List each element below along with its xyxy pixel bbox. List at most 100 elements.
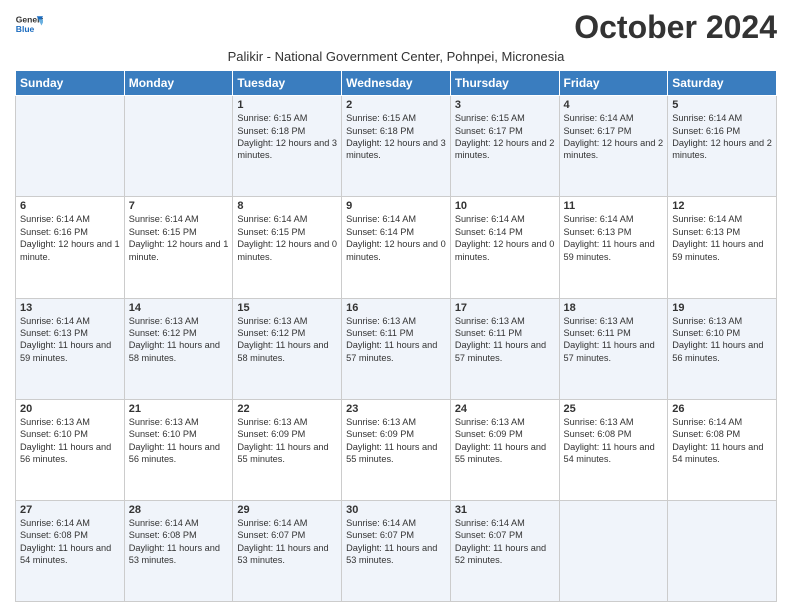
day-info: Sunrise: 6:14 AMSunset: 6:13 PMDaylight:… (672, 213, 772, 263)
location-subtitle: Palikir - National Government Center, Po… (15, 49, 777, 64)
day-info: Sunrise: 6:13 AMSunset: 6:11 PMDaylight:… (455, 315, 555, 365)
day-info: Sunrise: 6:15 AMSunset: 6:18 PMDaylight:… (346, 112, 446, 162)
day-info: Sunrise: 6:14 AMSunset: 6:15 PMDaylight:… (237, 213, 337, 263)
calendar-cell: 13Sunrise: 6:14 AMSunset: 6:13 PMDayligh… (16, 298, 125, 399)
day-number: 13 (20, 302, 120, 314)
day-number: 7 (129, 200, 229, 212)
calendar-cell: 26Sunrise: 6:14 AMSunset: 6:08 PMDayligh… (668, 399, 777, 500)
day-number: 4 (564, 99, 664, 111)
day-info: Sunrise: 6:14 AMSunset: 6:08 PMDaylight:… (129, 517, 229, 567)
day-info: Sunrise: 6:14 AMSunset: 6:07 PMDaylight:… (237, 517, 337, 567)
day-info: Sunrise: 6:14 AMSunset: 6:16 PMDaylight:… (20, 213, 120, 263)
day-number: 24 (455, 403, 555, 415)
day-number: 29 (237, 504, 337, 516)
weekday-header-thursday: Thursday (450, 71, 559, 96)
day-info: Sunrise: 6:14 AMSunset: 6:16 PMDaylight:… (672, 112, 772, 162)
calendar-cell: 8Sunrise: 6:14 AMSunset: 6:15 PMDaylight… (233, 197, 342, 298)
calendar-cell: 12Sunrise: 6:14 AMSunset: 6:13 PMDayligh… (668, 197, 777, 298)
calendar-cell: 16Sunrise: 6:13 AMSunset: 6:11 PMDayligh… (342, 298, 451, 399)
day-number: 27 (20, 504, 120, 516)
day-info: Sunrise: 6:15 AMSunset: 6:18 PMDaylight:… (237, 112, 337, 162)
day-number: 3 (455, 99, 555, 111)
day-number: 26 (672, 403, 772, 415)
day-info: Sunrise: 6:14 AMSunset: 6:08 PMDaylight:… (672, 416, 772, 466)
calendar-cell (16, 96, 125, 197)
calendar-cell: 7Sunrise: 6:14 AMSunset: 6:15 PMDaylight… (124, 197, 233, 298)
calendar-cell: 15Sunrise: 6:13 AMSunset: 6:12 PMDayligh… (233, 298, 342, 399)
calendar-cell: 20Sunrise: 6:13 AMSunset: 6:10 PMDayligh… (16, 399, 125, 500)
day-info: Sunrise: 6:13 AMSunset: 6:09 PMDaylight:… (237, 416, 337, 466)
calendar-cell: 23Sunrise: 6:13 AMSunset: 6:09 PMDayligh… (342, 399, 451, 500)
day-info: Sunrise: 6:13 AMSunset: 6:12 PMDaylight:… (237, 315, 337, 365)
svg-text:Blue: Blue (16, 24, 35, 34)
day-number: 25 (564, 403, 664, 415)
day-number: 12 (672, 200, 772, 212)
calendar-cell: 5Sunrise: 6:14 AMSunset: 6:16 PMDaylight… (668, 96, 777, 197)
day-number: 19 (672, 302, 772, 314)
calendar-cell: 17Sunrise: 6:13 AMSunset: 6:11 PMDayligh… (450, 298, 559, 399)
day-number: 14 (129, 302, 229, 314)
calendar-cell: 3Sunrise: 6:15 AMSunset: 6:17 PMDaylight… (450, 96, 559, 197)
day-number: 31 (455, 504, 555, 516)
day-number: 17 (455, 302, 555, 314)
calendar-cell: 14Sunrise: 6:13 AMSunset: 6:12 PMDayligh… (124, 298, 233, 399)
day-number: 16 (346, 302, 446, 314)
day-number: 28 (129, 504, 229, 516)
calendar-cell: 2Sunrise: 6:15 AMSunset: 6:18 PMDaylight… (342, 96, 451, 197)
day-number: 30 (346, 504, 446, 516)
calendar-table: SundayMondayTuesdayWednesdayThursdayFrid… (15, 70, 777, 602)
calendar-cell (668, 500, 777, 601)
weekday-header-tuesday: Tuesday (233, 71, 342, 96)
day-number: 21 (129, 403, 229, 415)
calendar-cell: 21Sunrise: 6:13 AMSunset: 6:10 PMDayligh… (124, 399, 233, 500)
day-info: Sunrise: 6:14 AMSunset: 6:13 PMDaylight:… (20, 315, 120, 365)
weekday-header-saturday: Saturday (668, 71, 777, 96)
day-info: Sunrise: 6:13 AMSunset: 6:12 PMDaylight:… (129, 315, 229, 365)
calendar-cell: 6Sunrise: 6:14 AMSunset: 6:16 PMDaylight… (16, 197, 125, 298)
weekday-header-sunday: Sunday (16, 71, 125, 96)
day-info: Sunrise: 6:14 AMSunset: 6:14 PMDaylight:… (346, 213, 446, 263)
day-number: 2 (346, 99, 446, 111)
day-info: Sunrise: 6:14 AMSunset: 6:15 PMDaylight:… (129, 213, 229, 263)
day-info: Sunrise: 6:14 AMSunset: 6:08 PMDaylight:… (20, 517, 120, 567)
calendar-cell: 10Sunrise: 6:14 AMSunset: 6:14 PMDayligh… (450, 197, 559, 298)
calendar-cell: 9Sunrise: 6:14 AMSunset: 6:14 PMDaylight… (342, 197, 451, 298)
weekday-header-wednesday: Wednesday (342, 71, 451, 96)
day-info: Sunrise: 6:13 AMSunset: 6:10 PMDaylight:… (672, 315, 772, 365)
day-number: 6 (20, 200, 120, 212)
day-info: Sunrise: 6:13 AMSunset: 6:11 PMDaylight:… (346, 315, 446, 365)
calendar-cell (559, 500, 668, 601)
day-info: Sunrise: 6:14 AMSunset: 6:07 PMDaylight:… (455, 517, 555, 567)
day-number: 5 (672, 99, 772, 111)
day-number: 11 (564, 200, 664, 212)
calendar-cell: 25Sunrise: 6:13 AMSunset: 6:08 PMDayligh… (559, 399, 668, 500)
month-year-title: October 2024 (574, 10, 777, 45)
weekday-header-monday: Monday (124, 71, 233, 96)
day-info: Sunrise: 6:13 AMSunset: 6:08 PMDaylight:… (564, 416, 664, 466)
day-number: 10 (455, 200, 555, 212)
day-number: 18 (564, 302, 664, 314)
calendar-cell: 22Sunrise: 6:13 AMSunset: 6:09 PMDayligh… (233, 399, 342, 500)
day-info: Sunrise: 6:14 AMSunset: 6:14 PMDaylight:… (455, 213, 555, 263)
calendar-cell: 24Sunrise: 6:13 AMSunset: 6:09 PMDayligh… (450, 399, 559, 500)
calendar-cell (124, 96, 233, 197)
calendar-cell: 30Sunrise: 6:14 AMSunset: 6:07 PMDayligh… (342, 500, 451, 601)
day-info: Sunrise: 6:13 AMSunset: 6:10 PMDaylight:… (129, 416, 229, 466)
day-info: Sunrise: 6:13 AMSunset: 6:10 PMDaylight:… (20, 416, 120, 466)
day-number: 15 (237, 302, 337, 314)
calendar-cell: 19Sunrise: 6:13 AMSunset: 6:10 PMDayligh… (668, 298, 777, 399)
calendar-cell: 27Sunrise: 6:14 AMSunset: 6:08 PMDayligh… (16, 500, 125, 601)
logo: General Blue (15, 10, 43, 38)
calendar-cell: 4Sunrise: 6:14 AMSunset: 6:17 PMDaylight… (559, 96, 668, 197)
day-info: Sunrise: 6:14 AMSunset: 6:17 PMDaylight:… (564, 112, 664, 162)
calendar-cell: 11Sunrise: 6:14 AMSunset: 6:13 PMDayligh… (559, 197, 668, 298)
weekday-header-friday: Friday (559, 71, 668, 96)
day-number: 20 (20, 403, 120, 415)
day-info: Sunrise: 6:13 AMSunset: 6:09 PMDaylight:… (346, 416, 446, 466)
day-info: Sunrise: 6:13 AMSunset: 6:11 PMDaylight:… (564, 315, 664, 365)
calendar-cell: 31Sunrise: 6:14 AMSunset: 6:07 PMDayligh… (450, 500, 559, 601)
calendar-cell: 29Sunrise: 6:14 AMSunset: 6:07 PMDayligh… (233, 500, 342, 601)
day-info: Sunrise: 6:13 AMSunset: 6:09 PMDaylight:… (455, 416, 555, 466)
day-number: 8 (237, 200, 337, 212)
calendar-cell: 18Sunrise: 6:13 AMSunset: 6:11 PMDayligh… (559, 298, 668, 399)
